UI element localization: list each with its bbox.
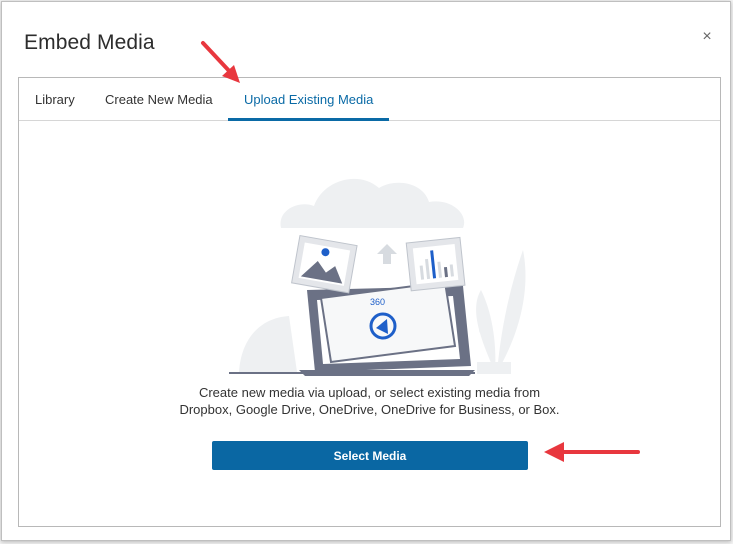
tab-bar: Library Create New Media Upload Existing… bbox=[19, 78, 720, 121]
annotation-arrow-button-icon bbox=[544, 442, 640, 462]
select-media-button[interactable]: Select Media bbox=[212, 441, 528, 470]
dialog-title: Embed Media bbox=[24, 31, 155, 54]
tab-upload-existing-media[interactable]: Upload Existing Media bbox=[227, 78, 390, 121]
upload-arrow-icon bbox=[377, 244, 397, 264]
badge-360: 360 bbox=[370, 297, 385, 307]
hill-shape bbox=[239, 316, 297, 372]
annotation-arrow-tab-icon bbox=[201, 41, 240, 83]
close-icon[interactable]: × bbox=[698, 28, 716, 46]
upload-description: Create new media via upload, or select e… bbox=[19, 384, 720, 418]
cloud-shape bbox=[280, 178, 465, 228]
description-line-1: Create new media via upload, or select e… bbox=[198, 385, 541, 400]
upload-illustration: 360 bbox=[229, 178, 526, 376]
chart-card-icon bbox=[405, 236, 466, 292]
photo-card-icon bbox=[291, 234, 358, 294]
description-line-2: Dropbox, Google Drive, OneDrive, OneDriv… bbox=[179, 402, 560, 417]
plant-icon bbox=[476, 250, 526, 372]
tab-library[interactable]: Library bbox=[34, 78, 76, 120]
